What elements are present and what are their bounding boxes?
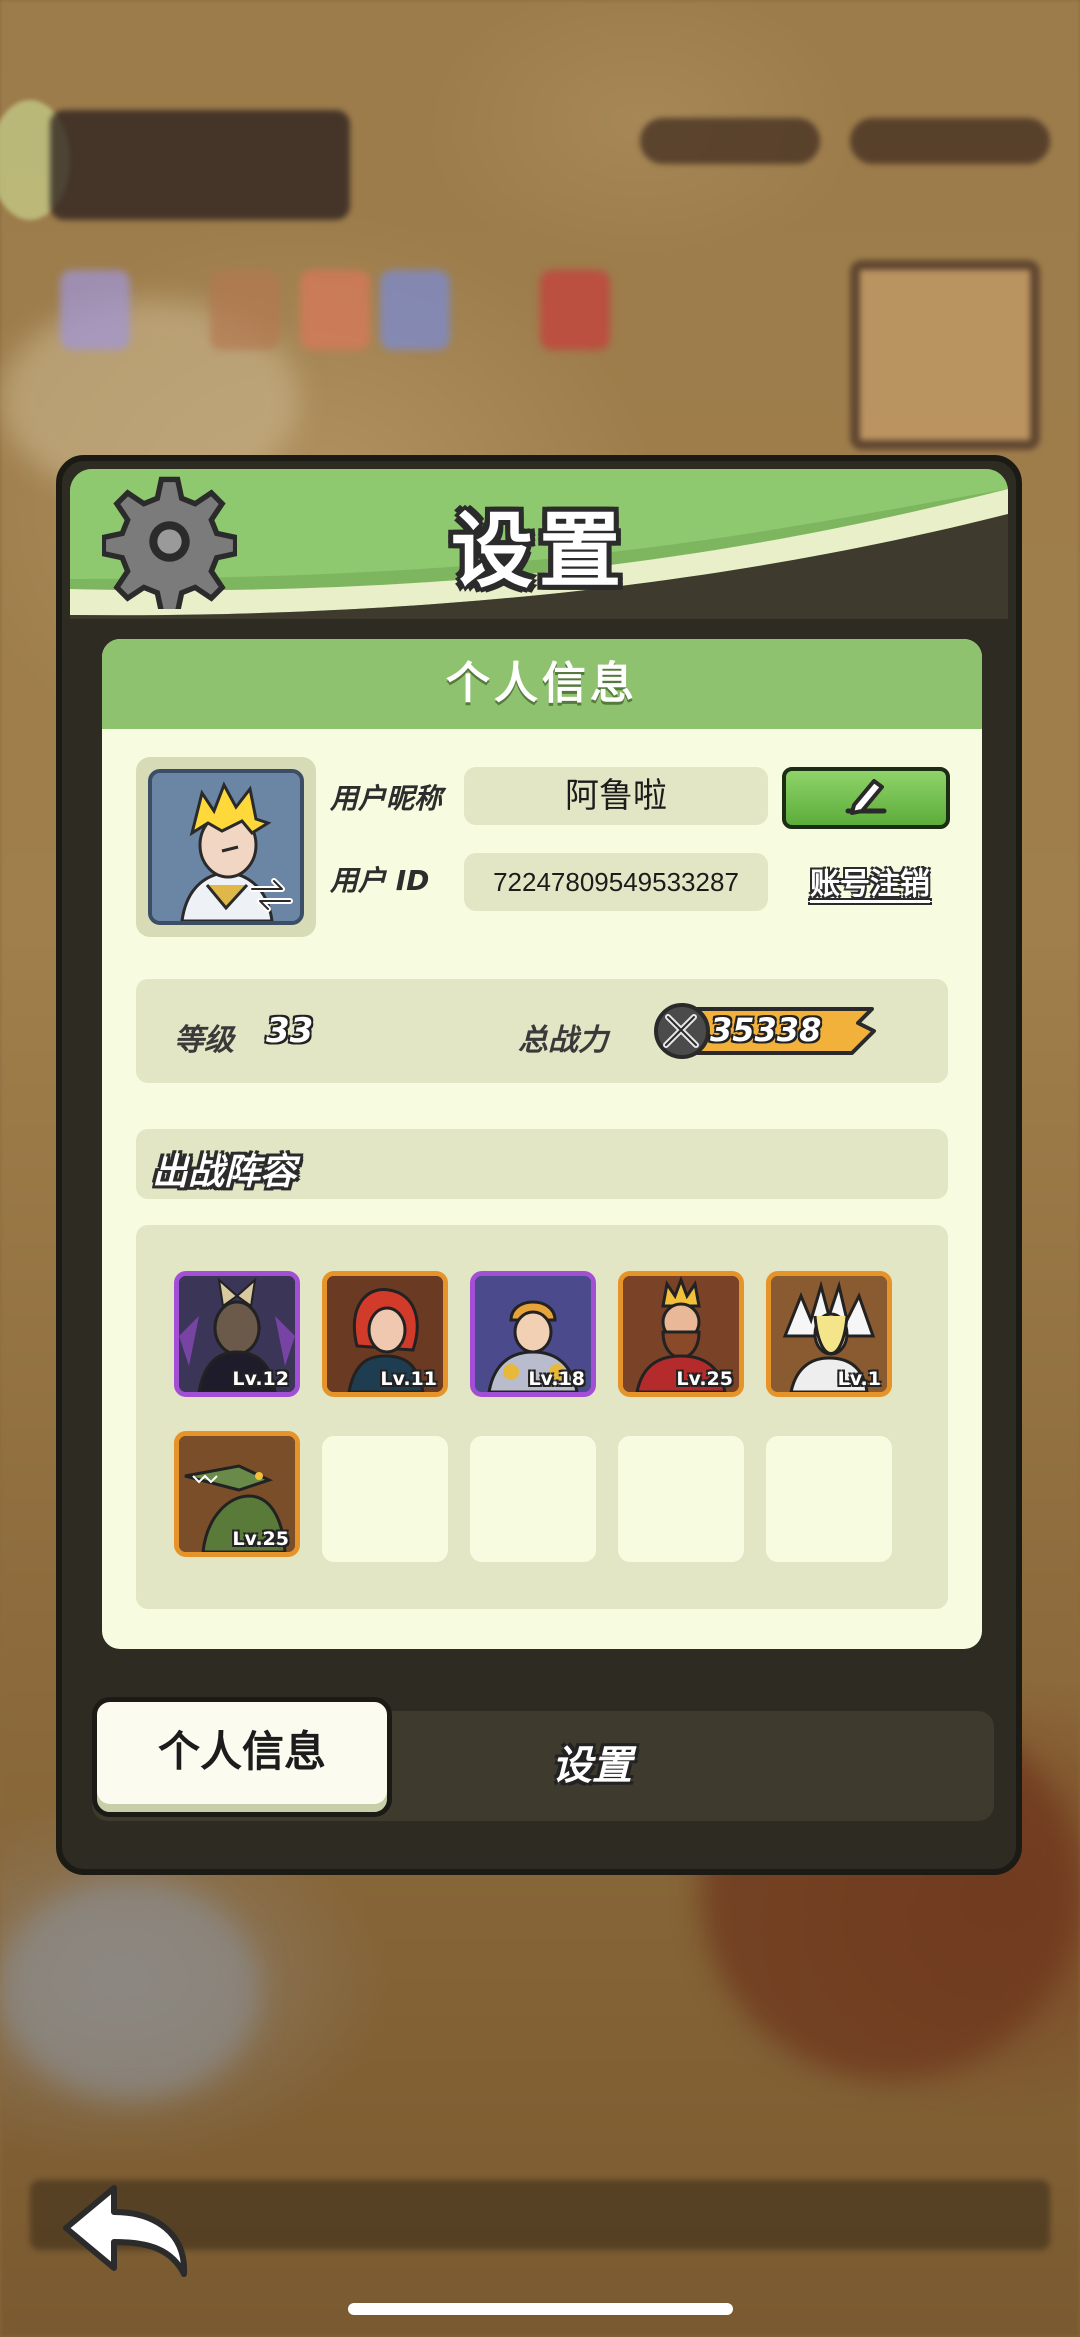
hero-slot[interactable]: Lv.25 — [174, 1431, 300, 1557]
level-value: 33 — [266, 1011, 314, 1051]
personal-info-panel: 个人信息 用户昵称 阿鲁啦 — [102, 639, 982, 1649]
tab-personal-info[interactable]: 个人信息 — [92, 1697, 392, 1817]
hud-chip — [540, 270, 610, 350]
team-grid: Lv.12 Lv.11 Lv.18 Lv.25 Lv.1 Lv.25 — [136, 1225, 948, 1609]
user-id-label: 用户 ID — [330, 864, 430, 897]
avatar[interactable] — [148, 769, 304, 925]
dialog-header: 设置 — [70, 469, 1008, 619]
hero-level: Lv.1 — [837, 1368, 881, 1390]
pencil-icon — [845, 779, 887, 815]
gear-icon — [102, 476, 237, 609]
hero-slot[interactable]: Lv.1 — [766, 1271, 892, 1397]
home-indicator[interactable] — [348, 2303, 733, 2315]
team-header: 出战阵容 — [136, 1129, 948, 1199]
edit-nickname-button[interactable] — [782, 767, 950, 829]
hero-slot[interactable]: Lv.18 — [470, 1271, 596, 1397]
nickname-label: 用户昵称 — [330, 782, 443, 815]
hud-resource — [850, 118, 1050, 164]
account-deregister-link[interactable]: 账号注销 — [790, 859, 950, 903]
avatar-frame[interactable] — [136, 757, 316, 937]
total-power-value: 35338 — [710, 1011, 822, 1049]
hud-chip — [210, 270, 280, 350]
hero-level: Lv.25 — [232, 1528, 289, 1550]
nickname-value: 阿鲁啦 — [464, 767, 768, 825]
empty-hero-slot[interactable] — [322, 1436, 448, 1562]
back-arrow-icon[interactable] — [56, 2178, 196, 2288]
hud-resource — [640, 118, 820, 164]
user-id-value: 7224780954953328‌7 — [464, 853, 768, 911]
background-blob — [0, 1880, 260, 2100]
settings-dialog: 设置 个人信息 — [56, 455, 1022, 1875]
hud-player-panel — [50, 110, 350, 220]
total-power-label: 总战力 — [518, 1023, 608, 1058]
hud-chip — [380, 270, 450, 350]
hud-chip — [300, 270, 370, 350]
empty-hero-slot[interactable] — [470, 1436, 596, 1562]
tab-settings[interactable]: 设置 — [442, 1711, 742, 1821]
section-title: 个人信息 — [102, 639, 982, 729]
swap-avatar-icon[interactable] — [248, 875, 294, 915]
hero-slot[interactable]: Lv.11 — [322, 1271, 448, 1397]
crossed-swords-icon — [663, 1014, 699, 1048]
hero-slot[interactable]: Lv.12 — [174, 1271, 300, 1397]
hero-level: Lv.12 — [232, 1368, 289, 1390]
hero-level: Lv.18 — [528, 1368, 585, 1390]
level-label: 等级 — [174, 1023, 234, 1058]
hero-slot[interactable]: Lv.25 — [618, 1271, 744, 1397]
minimap — [850, 260, 1040, 450]
hero-level: Lv.25 — [676, 1368, 733, 1390]
team-title: 出战阵容 — [152, 1152, 297, 1193]
power-badge: 35338 — [652, 1001, 882, 1061]
empty-hero-slot[interactable] — [766, 1436, 892, 1562]
hero-level: Lv.11 — [380, 1368, 437, 1390]
empty-hero-slot[interactable] — [618, 1436, 744, 1562]
hud-chip — [60, 270, 130, 350]
